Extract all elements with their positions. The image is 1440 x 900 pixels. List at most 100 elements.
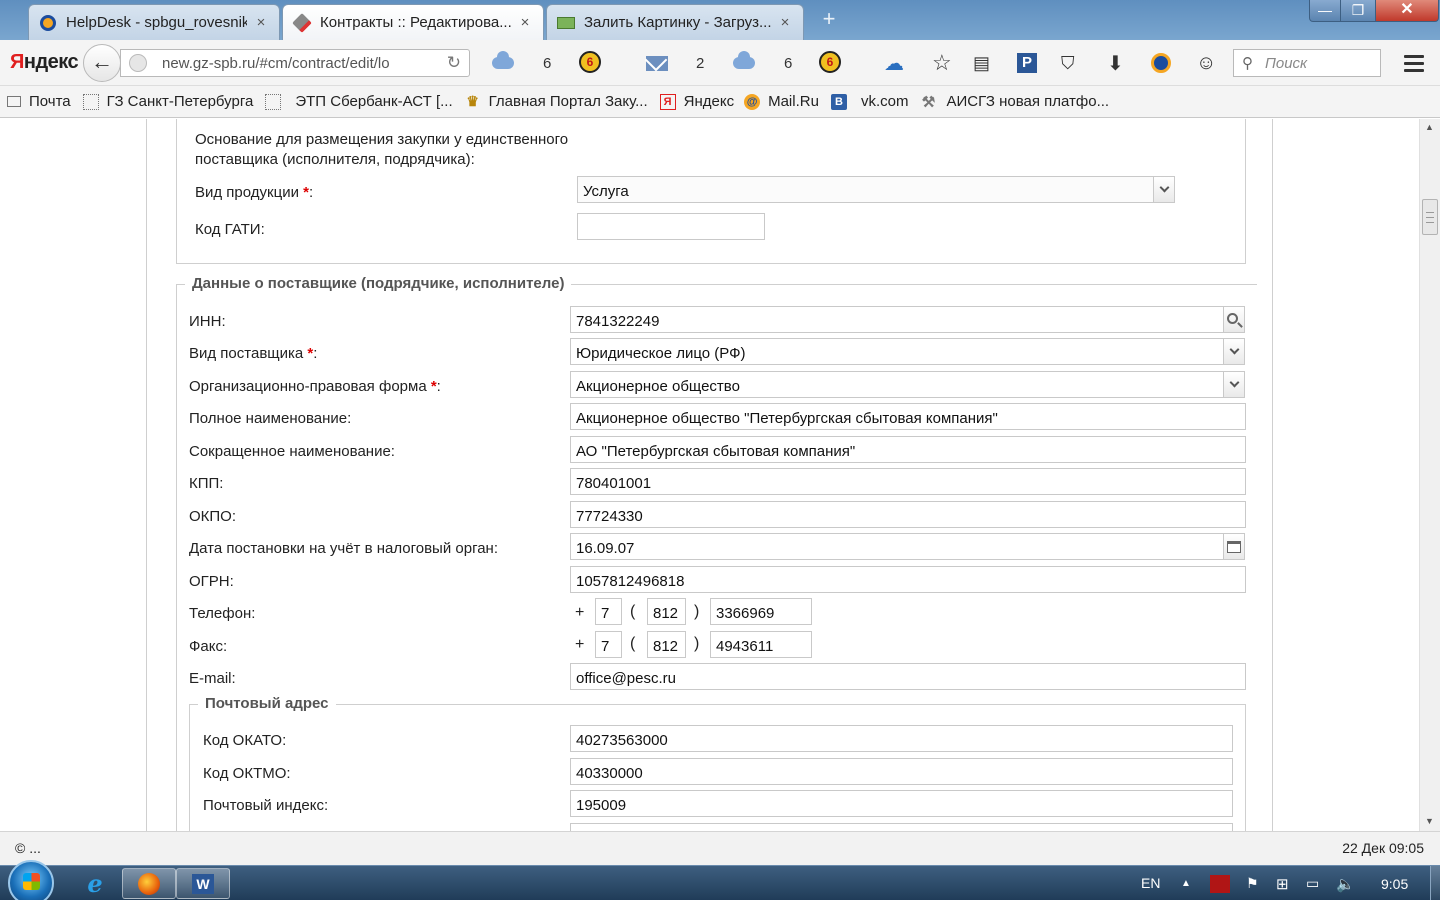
downloads-icon[interactable]: ⬇ [1107, 53, 1124, 75]
legal-form-dropdown-button[interactable] [1223, 371, 1245, 398]
okpo-input[interactable]: 77724330 [570, 501, 1246, 528]
ogrn-input[interactable]: 1057812496818 [570, 566, 1246, 593]
yandex-logo[interactable]: Яндекс [10, 51, 79, 74]
inn-input[interactable]: 7841322249 [570, 306, 1225, 333]
reload-icon[interactable]: ↻ [447, 53, 461, 73]
full-name-label: Полное наименование: [189, 410, 352, 427]
tab-close-icon[interactable]: × [517, 14, 533, 31]
product-type-label: Вид продукции *: [195, 184, 314, 201]
scroll-up-arrow-icon[interactable]: ▲ [1425, 122, 1434, 132]
yandex-coin-icon[interactable]: 6 [819, 51, 841, 73]
bookmark-gz-spb[interactable]: ГЗ Санкт-Петербурга [82, 93, 253, 110]
calendar-icon [1227, 540, 1241, 553]
window-maximize-button[interactable]: ❐ [1340, 0, 1376, 22]
address-bar[interactable]: new.gz-spb.ru/#cm/contract/edit/lo ↻ [120, 49, 470, 77]
search-input[interactable]: ⚲ Поиск [1233, 49, 1381, 77]
tab-close-icon[interactable]: × [777, 14, 793, 31]
url-text[interactable]: new.gz-spb.ru/#cm/contract/edit/lo [162, 55, 390, 72]
mailru-icon: @ [744, 93, 761, 110]
tab-close-icon[interactable]: × [253, 14, 269, 31]
postal-index-input[interactable]: 195009 [570, 790, 1233, 817]
fax-area-code-input[interactable]: 812 [647, 631, 686, 658]
volume-tray-icon[interactable]: 🔈 [1336, 875, 1356, 893]
status-datetime: 22 Дек 09:05 [1342, 840, 1424, 856]
windows-tray-icon[interactable]: ⊞ [1276, 875, 1294, 893]
language-indicator[interactable]: EN [1141, 875, 1160, 891]
full-name-input[interactable]: Акционерное общество "Петербургская сбыт… [570, 403, 1246, 430]
scroll-down-arrow-icon[interactable]: ▼ [1425, 816, 1434, 826]
postal-next-input[interactable] [570, 823, 1233, 831]
taskbar-word[interactable]: W [176, 868, 230, 899]
kpp-input[interactable]: 780401001 [570, 468, 1246, 495]
addon-p-icon[interactable]: P [1017, 53, 1037, 73]
bookmark-aisgz[interactable]: ⚒ АИСГЗ новая платфо... [920, 93, 1109, 111]
product-type-dropdown-button[interactable] [1153, 176, 1175, 203]
phone-country-code-input[interactable]: 7 [595, 598, 622, 625]
bookmark-vk[interactable]: Bvk.com [830, 93, 908, 110]
bookmark-star-icon[interactable]: ☆ [932, 50, 952, 75]
back-button[interactable]: ← [83, 44, 121, 82]
menu-icon[interactable] [1404, 55, 1424, 76]
supplier-type-select[interactable]: Юридическое лицо (РФ) [570, 338, 1225, 365]
smiley-icon[interactable]: ☺ [1196, 52, 1216, 74]
bookmark-zakupki[interactable]: ♛ Главная Портал Заку... [465, 93, 647, 110]
reading-list-icon[interactable]: ▤ [973, 53, 990, 73]
tab-upload-image[interactable]: Залить Картинку - Загруз... × [546, 4, 804, 40]
network-tray-icon[interactable]: ▭ [1306, 875, 1326, 893]
legal-form-select[interactable]: Акционерное общество [570, 371, 1225, 398]
windows-logo-icon [23, 873, 40, 890]
cloud-icon[interactable] [733, 51, 755, 73]
window-minimize-button[interactable]: — [1309, 0, 1341, 22]
taskbar-internet-explorer[interactable]: e [68, 868, 122, 899]
date-picker-button[interactable] [1223, 533, 1245, 560]
fax-country-code-input[interactable]: 7 [595, 631, 622, 658]
acrobat-tray-icon[interactable] [1210, 875, 1230, 893]
sync-cloud-icon[interactable]: ☁ [884, 53, 904, 75]
phone-paren-open: ( [630, 603, 636, 620]
fax-number-input[interactable]: 4943611 [710, 631, 812, 658]
bookmark-yandex[interactable]: Я Яндекс [659, 93, 734, 110]
inn-lookup-button[interactable] [1223, 306, 1245, 333]
bookmark-sberbank-ast[interactable]: ЭТП Сбербанк-АСТ [... [265, 93, 453, 110]
page-viewport: Основание для размещения закупки у единс… [0, 119, 1419, 831]
chevron-down-icon [1159, 182, 1169, 193]
okato-input[interactable]: 40273563000 [570, 725, 1233, 752]
phone-number-input[interactable]: 3366969 [710, 598, 812, 625]
chevron-down-icon [1229, 344, 1239, 355]
window-close-button[interactable]: ✕ [1375, 0, 1439, 22]
postal-index-label: Почтовый индекс: [203, 797, 329, 814]
new-tab-button[interactable]: + [818, 8, 840, 32]
mail-icon[interactable] [646, 53, 668, 73]
word-icon: W [192, 873, 214, 894]
tab-contracts[interactable]: Контракты :: Редактирова... × [282, 4, 544, 40]
phone-area-code-input[interactable]: 812 [647, 598, 686, 625]
tray-expand-icon[interactable]: ▲ [1181, 878, 1191, 896]
cloud-icon[interactable] [492, 51, 514, 73]
network-error-tray-icon[interactable]: ⚑ [1246, 875, 1266, 893]
supplier-type-dropdown-button[interactable] [1223, 338, 1245, 365]
page-scrollbar[interactable]: ▲ ▼ [1419, 119, 1440, 831]
pocket-icon[interactable]: ⛉ [1061, 53, 1075, 73]
short-name-input[interactable]: АО "Петербургская сбытовая компания" [570, 436, 1246, 463]
envelope-icon [7, 96, 21, 107]
supplier-legend: Данные о поставщике (подрядчике, исполни… [185, 275, 572, 292]
tax-date-input[interactable]: 16.09.07 [570, 533, 1225, 560]
show-desktop-button[interactable] [1430, 866, 1440, 900]
email-input[interactable]: office@pesc.ru [570, 663, 1246, 690]
oktmo-label: Код ОКТМО: [203, 765, 291, 782]
product-type-select[interactable]: Услуга [577, 176, 1155, 203]
oktmo-input[interactable]: 40330000 [570, 758, 1233, 785]
image-favicon-icon [557, 14, 575, 32]
gati-code-input[interactable] [577, 213, 765, 240]
start-button[interactable] [8, 860, 54, 900]
bookmark-mailru[interactable]: @ Mail.Ru [744, 93, 819, 110]
clock[interactable]: 9:05 [1381, 876, 1408, 892]
scrollbar-thumb[interactable] [1422, 199, 1438, 235]
tab-helpdesk[interactable]: HelpDesk - spbgu_rovesnik... × [28, 4, 280, 40]
bookmark-pochta[interactable]: Почта [7, 93, 71, 110]
phone-plus: + [575, 604, 585, 621]
mailru-agent-icon[interactable] [1151, 53, 1171, 73]
site-identity-icon[interactable] [129, 54, 147, 72]
taskbar-firefox[interactable] [122, 868, 176, 899]
yandex-coin-icon[interactable]: 6 [579, 51, 601, 73]
